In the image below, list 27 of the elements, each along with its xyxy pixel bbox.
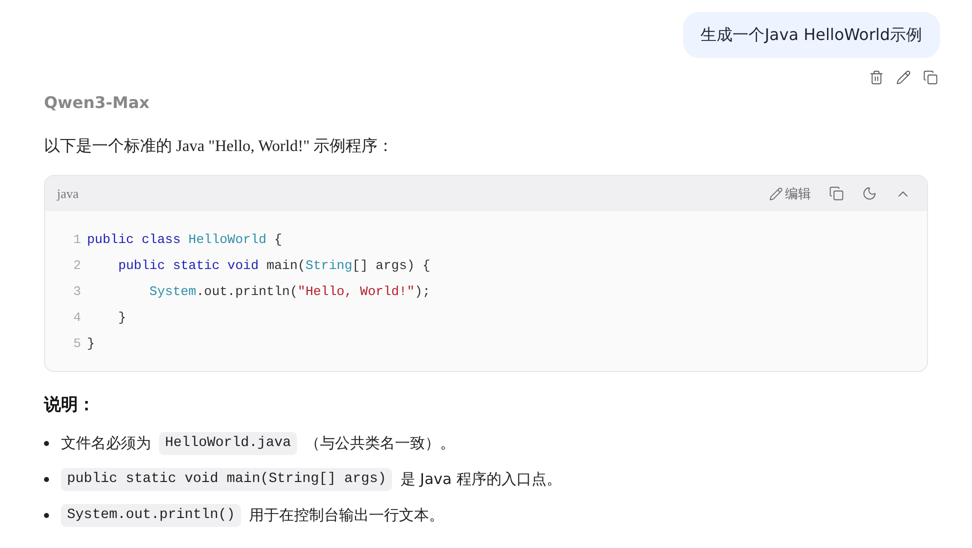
bullet-icon xyxy=(44,477,49,482)
delete-icon[interactable] xyxy=(869,70,884,85)
bullet-icon xyxy=(44,441,49,446)
copy-icon[interactable] xyxy=(923,70,938,85)
code-line: public static void main(String[] args) { xyxy=(117,257,430,276)
code-line: System.out.println("Hello, World!"); xyxy=(148,283,430,302)
user-message-bubble: 生成一个Java HelloWorld示例 xyxy=(682,12,940,58)
model-name: Qwen3-Max xyxy=(44,92,150,114)
bullet-text: 文件名必须为 HelloWorld.java （与公共类名一致）。 xyxy=(61,432,456,455)
pencil-icon xyxy=(769,186,783,200)
code-line: } xyxy=(117,309,126,328)
line-number: 4 xyxy=(72,309,81,328)
code-line: } xyxy=(87,335,95,354)
section-heading: 说明： xyxy=(44,394,96,416)
edit-button[interactable]: 编辑 xyxy=(769,184,811,204)
line-number: 3 xyxy=(72,283,81,302)
line-number: 5 xyxy=(72,335,81,354)
moon-icon[interactable] xyxy=(862,186,877,201)
line-number: 2 xyxy=(72,257,81,276)
language-label: java xyxy=(57,184,79,203)
intro-text: 以下是一个标准的 Java "Hello, World!" 示例程序： xyxy=(44,136,395,157)
pencil-icon[interactable] xyxy=(896,70,911,85)
code-line: public class HelloWorld { xyxy=(87,231,282,250)
bullet-text: System.out.println() 用于在控制台输出一行文本。 xyxy=(61,504,444,527)
line-number: 1 xyxy=(72,231,81,250)
bullet-icon xyxy=(44,513,49,518)
copy-icon[interactable] xyxy=(829,186,844,201)
